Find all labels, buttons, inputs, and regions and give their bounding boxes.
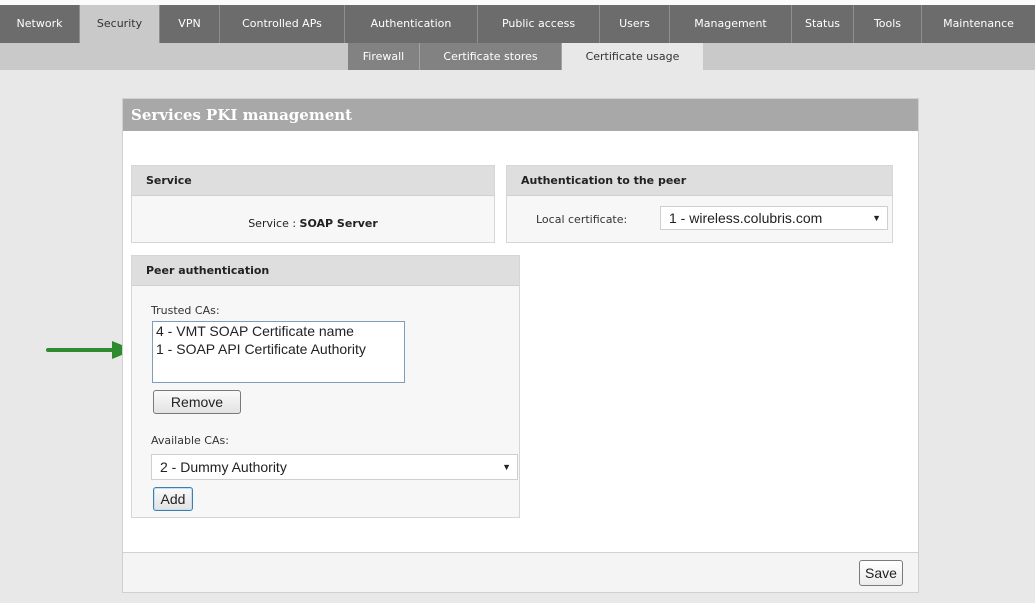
screen: Network Security VPN Controlled APs Auth… <box>0 0 1035 603</box>
tab-public-access[interactable]: Public access <box>478 5 600 43</box>
sub-tabs-group: Firewall Certificate stores Certificate … <box>348 43 703 70</box>
peer-authentication-box: Peer authentication Trusted CAs: 4 - VMT… <box>131 255 520 518</box>
sub-tab-bar: Firewall Certificate stores Certificate … <box>0 43 1035 70</box>
panel-footer <box>123 553 918 592</box>
tab-controlled-aps[interactable]: Controlled APs <box>220 5 345 43</box>
service-box: Service Service : SOAP Server <box>131 165 495 243</box>
panel-title: Services PKI management <box>123 99 918 131</box>
tab-vpn[interactable]: VPN <box>160 5 220 43</box>
local-certificate-select[interactable]: 1 - wireless.colubris.com ▼ <box>660 206 888 230</box>
trusted-cas-label: Trusted CAs: <box>151 304 220 317</box>
auth-to-peer-header: Authentication to the peer <box>507 166 892 196</box>
main-tab-bar: Network Security VPN Controlled APs Auth… <box>0 5 1035 43</box>
remove-button[interactable]: Remove <box>153 390 241 414</box>
chevron-down-icon: ▼ <box>872 213 881 223</box>
local-certificate-label: Local certificate: <box>536 213 628 226</box>
service-value: SOAP Server <box>299 217 378 230</box>
available-cas-label: Available CAs: <box>151 434 229 447</box>
save-button[interactable]: Save <box>859 560 903 586</box>
trusted-ca-item[interactable]: 4 - VMT SOAP Certificate name <box>153 322 404 340</box>
chevron-down-icon: ▼ <box>502 462 511 472</box>
local-certificate-value: 1 - wireless.colubris.com <box>669 210 823 226</box>
tab-tools[interactable]: Tools <box>854 5 922 43</box>
available-cas-value: 2 - Dummy Authority <box>160 459 287 475</box>
tab-maintenance[interactable]: Maintenance <box>922 5 1035 43</box>
tab-management[interactable]: Management <box>670 5 792 43</box>
trusted-cas-list[interactable]: 4 - VMT SOAP Certificate name 1 - SOAP A… <box>152 321 405 383</box>
service-line: Service : SOAP Server <box>132 217 494 230</box>
tab-users[interactable]: Users <box>600 5 670 43</box>
subtab-certificate-usage[interactable]: Certificate usage <box>562 43 703 70</box>
peer-authentication-header: Peer authentication <box>132 256 519 286</box>
subtab-certificate-stores[interactable]: Certificate stores <box>420 43 562 70</box>
tab-network[interactable]: Network <box>0 5 80 43</box>
available-cas-select[interactable]: 2 - Dummy Authority ▼ <box>151 454 518 480</box>
services-pki-panel: Services PKI management Service Service … <box>122 98 919 593</box>
trusted-ca-item[interactable]: 1 - SOAP API Certificate Authority <box>153 340 404 358</box>
tab-security[interactable]: Security <box>80 5 160 43</box>
add-button[interactable]: Add <box>153 487 193 511</box>
service-prefix: Service : <box>248 217 300 230</box>
tab-status[interactable]: Status <box>792 5 854 43</box>
auth-to-peer-box: Authentication to the peer Local certifi… <box>506 165 893 243</box>
tab-authentication[interactable]: Authentication <box>345 5 478 43</box>
service-header: Service <box>132 166 494 196</box>
subtab-firewall[interactable]: Firewall <box>348 43 420 70</box>
